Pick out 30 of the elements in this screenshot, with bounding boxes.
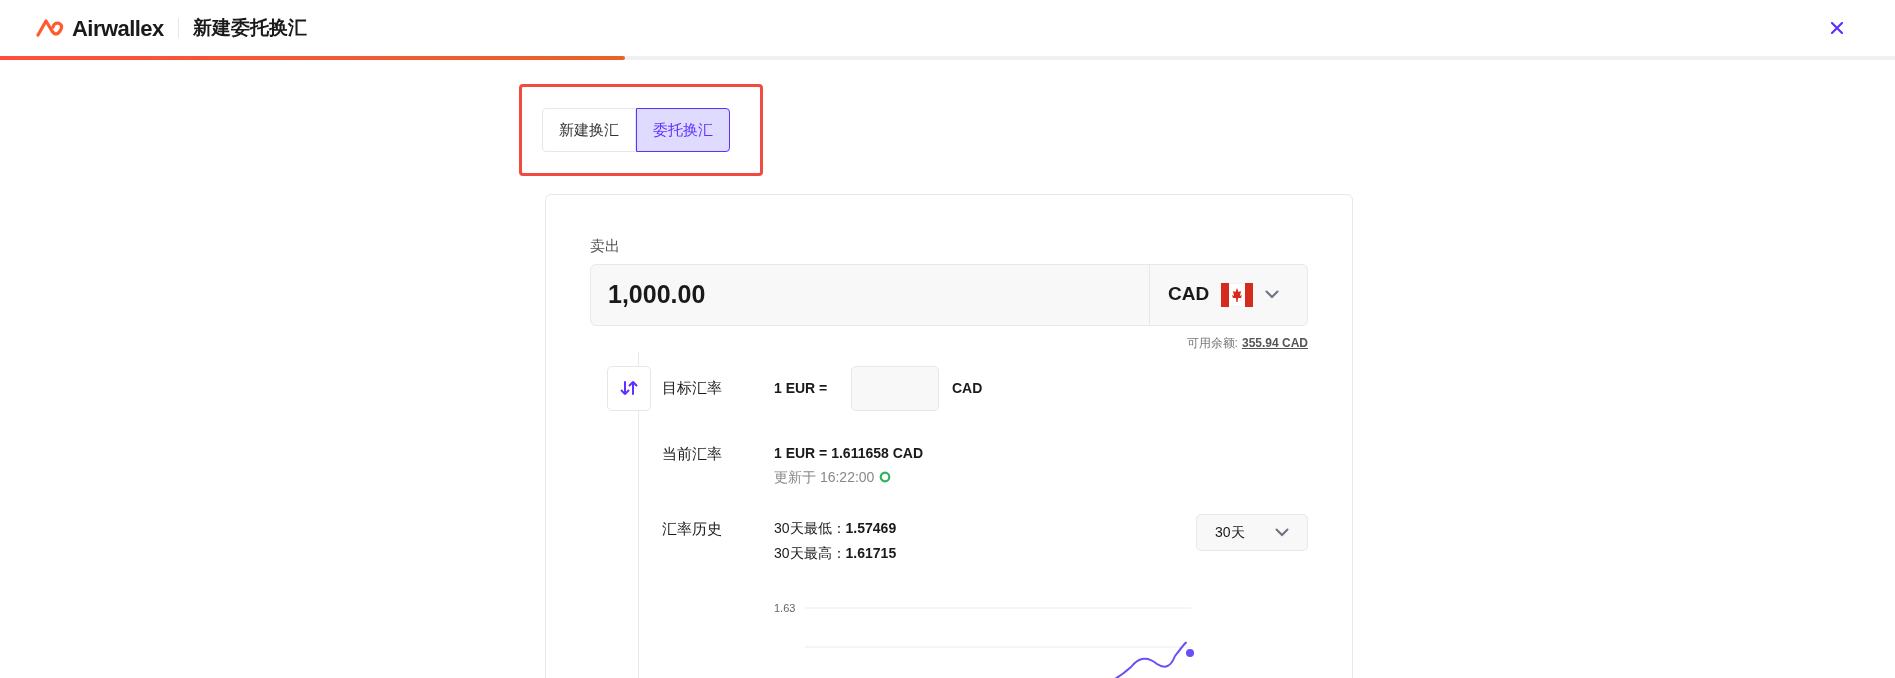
- status-ring-icon: [879, 471, 892, 483]
- page-title: 新建委托换汇: [192, 15, 307, 40]
- tab[interactable]: 委托换汇: [636, 108, 730, 152]
- row-label: 目标汇率: [662, 377, 723, 398]
- period-select[interactable]: 30天: [1196, 513, 1308, 551]
- low-rate: 30天最低：: [774, 518, 846, 538]
- swap-button[interactable]: [607, 365, 651, 411]
- tab[interactable]: 新建换汇: [542, 108, 636, 152]
- amount-input[interactable]: 1,000.00: [591, 264, 1149, 325]
- high-rate-value: 1.61715: [845, 543, 897, 563]
- swap-arrows-icon: [620, 380, 638, 396]
- low-rate-value: 1.57469: [845, 518, 897, 538]
- rate-suffix: CAD: [952, 378, 983, 398]
- balance-link[interactable]: 355.94 CAD: [1241, 333, 1308, 352]
- balance-label: 可用余额:: [1186, 334, 1238, 352]
- chevron-down-icon: [1265, 290, 1280, 299]
- logo-text: Airwallex: [72, 14, 164, 43]
- row-label: 汇率历史: [662, 518, 723, 539]
- rate-prefix: 1 EUR =: [774, 378, 829, 398]
- field-label: 卖出: [590, 236, 620, 256]
- axis-tick-label: 1.63: [774, 600, 797, 616]
- flag-icon: [1221, 282, 1254, 307]
- high-rate: 30天最高：: [774, 543, 846, 563]
- current-rate: 1 EUR = 1.611658 CAD: [774, 443, 924, 463]
- amount-field[interactable]: 1,000.00 CAD: [590, 263, 1308, 326]
- close-icon: [1831, 22, 1843, 34]
- chevron-down-icon: [1275, 527, 1289, 537]
- row-label: 当前汇率: [662, 443, 723, 464]
- currency-select[interactable]: CAD: [1149, 264, 1307, 325]
- updated-time: 更新于 16:22:00: [774, 467, 875, 487]
